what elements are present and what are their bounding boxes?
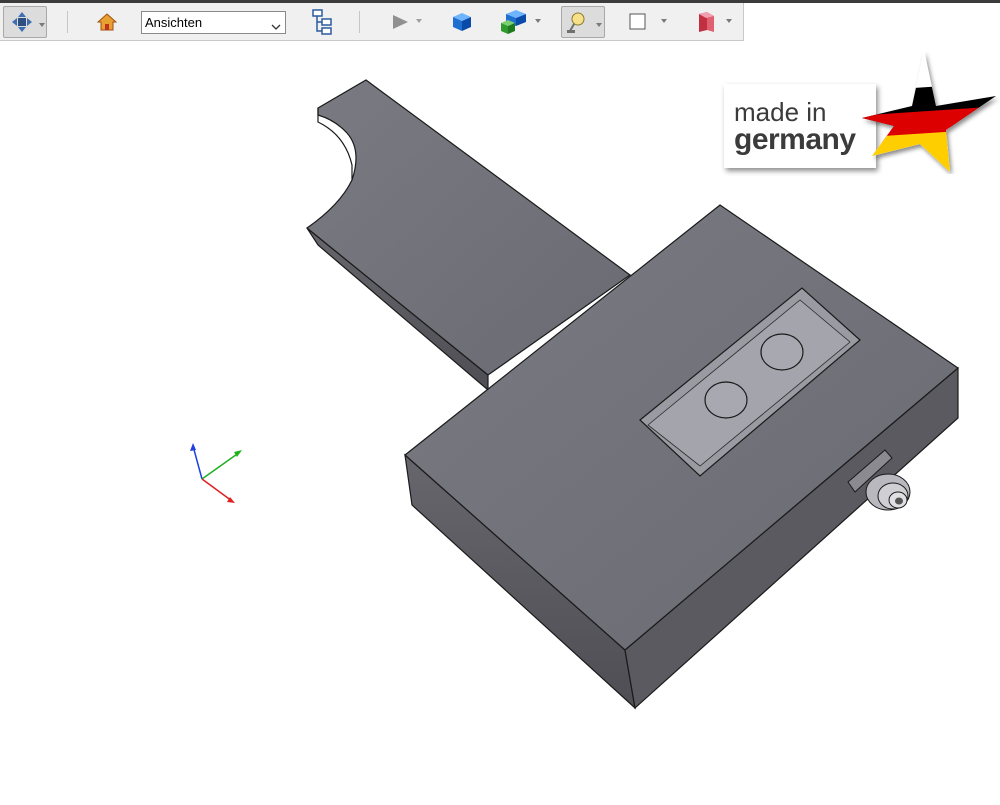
assembly-tree-button[interactable] — [307, 3, 337, 41]
render-mode-button[interactable] — [498, 3, 544, 41]
background-color-button[interactable] — [623, 3, 669, 41]
cubes-icon — [500, 9, 528, 35]
toolbar-separator — [359, 11, 360, 33]
made-in-germany-badge: made in germany — [724, 48, 1000, 174]
chevron-down-icon — [726, 19, 732, 23]
lamp-icon — [565, 10, 589, 34]
section-plane-icon — [695, 11, 717, 33]
home-view-button[interactable] — [94, 3, 120, 41]
views-select-value: Ansichten — [145, 15, 203, 30]
chevron-down-icon — [416, 19, 422, 23]
shaded-cube-button[interactable] — [449, 3, 475, 41]
cross-section-button[interactable] — [690, 3, 736, 41]
chevron-down-icon — [39, 23, 45, 27]
viewer-toolbar: Ansichten — [0, 3, 744, 41]
axis-triad — [190, 443, 242, 503]
cube-icon — [452, 12, 472, 32]
chevron-down-icon — [535, 19, 541, 23]
animation-play-button[interactable] — [386, 3, 426, 41]
navigation-cross-icon — [10, 10, 40, 34]
sensor-hole — [704, 381, 748, 419]
toolbar-separator — [67, 11, 68, 33]
white-square-icon — [629, 13, 647, 31]
home-icon — [97, 13, 117, 31]
tree-structure-icon — [310, 9, 334, 35]
chevron-down-icon — [596, 23, 602, 27]
chevron-down-icon — [271, 17, 281, 38]
play-icon — [390, 13, 410, 31]
views-select[interactable]: Ansichten — [141, 11, 286, 34]
chevron-down-icon — [661, 19, 667, 23]
german-flag-star-icon — [862, 50, 996, 172]
lighting-button[interactable] — [561, 6, 605, 38]
view-navigation-button[interactable] — [3, 6, 47, 38]
sensor-hole — [760, 333, 804, 371]
